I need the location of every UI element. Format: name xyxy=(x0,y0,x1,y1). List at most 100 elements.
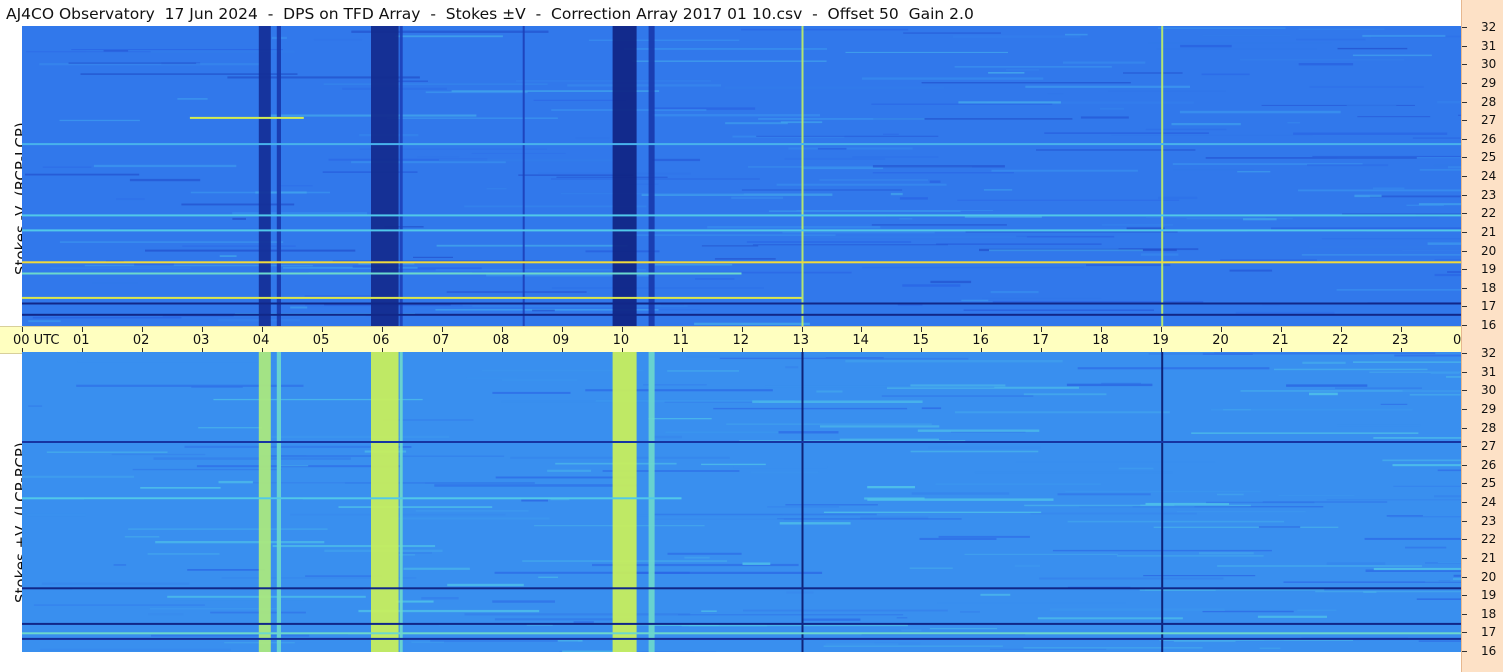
spectrogram-texture-streak xyxy=(1005,69,1040,71)
spectrogram-texture-streak xyxy=(1278,495,1355,496)
spectrogram-texture-streak xyxy=(701,245,759,247)
spectrogram-texture-streak xyxy=(778,431,839,434)
spectrogram-texture-streak xyxy=(1217,565,1423,567)
spectrogram-texture-streak xyxy=(872,172,1014,174)
spectrogram-texture-streak xyxy=(1373,567,1461,571)
spectrogram-texture-streak xyxy=(538,576,558,578)
freq-tick-label: 30 xyxy=(1481,57,1497,72)
spectrogram-texture-streak xyxy=(1259,647,1281,649)
freq-tick-mark xyxy=(1462,27,1467,28)
spectrogram-texture-streak xyxy=(742,562,771,565)
spectrogram-texture-streak xyxy=(153,457,351,460)
spectrogram-texture-streak xyxy=(654,264,733,266)
spectrogram-texture-streak xyxy=(1179,110,1341,114)
spectrogram-texture-streak xyxy=(1199,552,1254,555)
spectrogram-texture-streak xyxy=(1229,269,1273,272)
spectrogram-texture-streak xyxy=(648,418,712,420)
spectrogram-texture-streak xyxy=(1362,34,1446,37)
spectrogram-texture-streak xyxy=(26,513,86,517)
time-tick-mark xyxy=(141,327,143,332)
spectrogram-texture-streak xyxy=(1302,361,1346,364)
spectrogram-texture-streak xyxy=(896,617,908,619)
spectrogram-texture-streak xyxy=(1447,166,1461,169)
spectrogram-texture-streak xyxy=(1430,371,1460,374)
spectrogram-texture-streak xyxy=(305,575,382,577)
time-tick-label: 18 xyxy=(1092,333,1109,348)
spectrogram-texture-streak xyxy=(1145,128,1227,131)
spectrogram-texture-streak xyxy=(917,429,1040,432)
spectrogram-texture-streak xyxy=(1326,499,1461,501)
spectrogram-texture-streak xyxy=(768,210,961,212)
spectrogram-texture-streak xyxy=(1023,393,1107,396)
time-tick-mark xyxy=(261,327,263,332)
freq-tick-label: 26 xyxy=(1481,457,1497,472)
spectrogram-texture-streak xyxy=(1352,54,1432,57)
spectrogram-texture-streak xyxy=(129,178,201,182)
spectrogram-texture-streak xyxy=(1050,608,1225,611)
spectrogram-texture-streak xyxy=(921,407,942,410)
freq-tick-mark xyxy=(1462,45,1467,47)
spectrogram-texture-streak xyxy=(911,492,1010,495)
spectrogram-texture-streak xyxy=(1307,164,1389,167)
spectrogram-texture-streak xyxy=(667,552,742,555)
spectrogram-texture-streak xyxy=(232,212,368,215)
spectrogram-texture-streak xyxy=(1287,122,1301,124)
spectrogram-texture-streak xyxy=(990,648,1107,650)
spectrogram-texture-streak xyxy=(279,465,309,467)
time-tick-label: 04 xyxy=(252,333,270,348)
time-tick-label: 23 xyxy=(1392,333,1409,348)
spectrogram-texture-streak xyxy=(1036,149,1196,151)
spectrogram-texture-streak xyxy=(1258,526,1301,528)
freq-tick-label: 32 xyxy=(1481,346,1497,360)
spectrogram-texture-streak xyxy=(46,451,168,453)
time-tick-mark xyxy=(201,327,203,332)
spectrogram-texture-streak xyxy=(694,322,810,326)
spectrogram-texture-streak xyxy=(866,357,969,360)
spectrogram-texture-streak xyxy=(816,390,843,393)
spectrogram-texture-streak xyxy=(436,244,628,247)
spectrogram-texture-streak xyxy=(746,241,912,243)
spectrogram-texture-streak xyxy=(960,611,980,613)
spectrogram-texture-streak xyxy=(1153,526,1339,528)
freq-tick-label: 25 xyxy=(1481,476,1497,491)
spectrogram-texture-streak xyxy=(1014,564,1041,567)
spectrogram-texture-streak xyxy=(1158,196,1198,200)
spectrogram-top-canvas xyxy=(22,26,1461,326)
spectrogram-texture-streak xyxy=(910,450,1039,453)
time-tick-mark xyxy=(1281,327,1283,332)
time-tick-label: 19 xyxy=(1152,333,1169,348)
spectrogram-texture-streak xyxy=(145,249,356,252)
spectrogram-vertical-band xyxy=(371,26,399,326)
time-tick-label: 21 xyxy=(1272,333,1289,348)
freq-tick-label: 18 xyxy=(1481,606,1497,621)
spectrogram-texture-streak xyxy=(1117,555,1264,557)
time-tick-mark xyxy=(82,327,83,332)
spectrogram-texture-streak xyxy=(991,169,1138,172)
spectrogram-texture-streak xyxy=(557,640,583,642)
spectrogram-vertical-band xyxy=(648,352,655,652)
spectrogram-texture-streak xyxy=(1389,516,1461,518)
spectrogram-texture-streak xyxy=(1309,85,1424,88)
spectrogram-texture-streak xyxy=(1030,512,1197,515)
spectrogram-texture-streak xyxy=(1240,59,1405,61)
spectrogram-texture-streak xyxy=(33,604,205,606)
spectrogram-texture-streak xyxy=(741,28,909,31)
spectrogram-texture-streak xyxy=(1298,63,1354,66)
spectrogram-texture-streak xyxy=(147,553,220,555)
time-tick-mark xyxy=(441,327,443,332)
freq-tick-mark xyxy=(1462,557,1467,559)
spectrogram-texture-streak xyxy=(1202,610,1294,613)
freq-tick-mark xyxy=(1462,213,1467,215)
spectrogram-texture-streak xyxy=(1326,562,1386,565)
spectrogram-texture-streak xyxy=(964,553,1118,555)
freq-tick-label: 24 xyxy=(1481,495,1497,509)
spectrogram-texture-streak xyxy=(1023,647,1203,649)
freq-tick-mark xyxy=(1462,120,1467,122)
spectrogram-texture-streak xyxy=(1346,105,1397,107)
spectrogram-texture-streak xyxy=(1158,27,1286,29)
spectrogram-texture-streak xyxy=(1453,574,1461,577)
freq-tick-mark xyxy=(1462,464,1467,466)
spectrogram-texture-streak xyxy=(1357,116,1431,118)
spectrogram-texture-streak xyxy=(785,366,799,369)
spectrogram-texture-streak xyxy=(935,483,1101,485)
